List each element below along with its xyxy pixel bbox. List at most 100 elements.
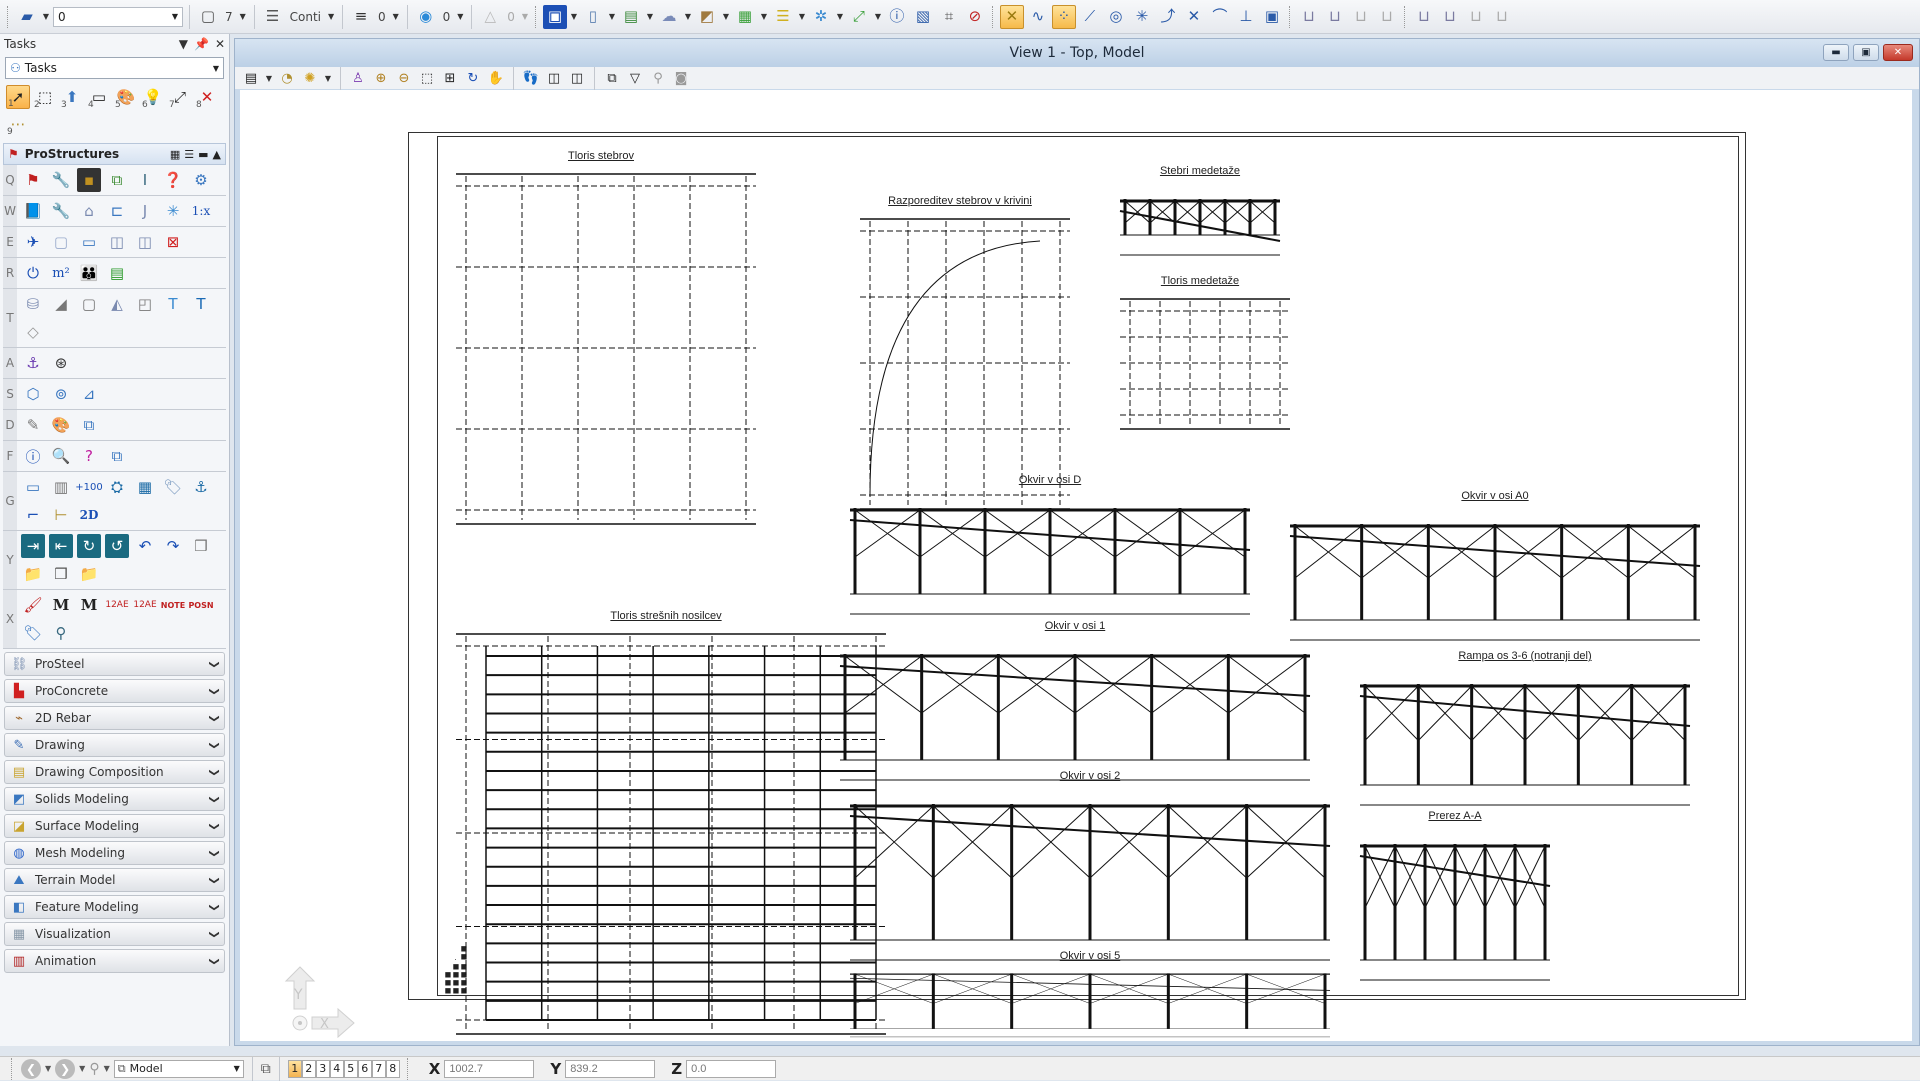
view-toggle-8[interactable]: 8 [385, 1059, 400, 1078]
flags-icon[interactable]: ⚑ [21, 168, 45, 192]
ps-tool-4-icon[interactable]: ⊔ [1375, 5, 1399, 29]
back-dropdown[interactable]: ▼ [45, 1064, 51, 1073]
drawing-tloris-stresnih[interactable]: Tloris strešnih nosilcev [436, 610, 896, 1040]
grid-node-icon[interactable]: ▪ [77, 168, 101, 192]
ps-tool-2-icon[interactable]: ⊔ [1323, 5, 1347, 29]
cut-icon[interactable]: ⊿ [77, 382, 101, 406]
shape-2-icon[interactable]: ◫ [133, 230, 157, 254]
update-view-icon[interactable]: ♙ [348, 68, 368, 88]
ps-tool-6-icon[interactable]: ⊔ [1438, 5, 1462, 29]
view-toggle-4[interactable]: 4 [329, 1059, 344, 1078]
next-view-icon[interactable]: ◫ [567, 68, 587, 88]
snap-origin-icon[interactable]: ✳ [1130, 5, 1154, 29]
export-icon[interactable]: ⇤ [49, 534, 73, 558]
hook-icon[interactable]: J [133, 199, 157, 223]
layers-icon[interactable]: ☰ [771, 5, 795, 29]
toolbar-grip[interactable] [11, 1057, 14, 1080]
drawing-razporeditev[interactable]: Razporeditev stebrov v krivini [840, 195, 1080, 515]
copy-window-icon[interactable]: ▭ 4 [87, 85, 111, 110]
section-proconcrete[interactable]: ▙ ProConcrete ❯ [4, 679, 225, 703]
snap-settings-icon[interactable]: ⤢ [847, 5, 871, 29]
ps-tool-5-icon[interactable]: ⊔ [1412, 5, 1436, 29]
pin-icon[interactable]: 📌 [194, 37, 209, 51]
model-selector-icon[interactable]: ⚲ [89, 1061, 99, 1077]
y-coordinate-input[interactable] [565, 1059, 656, 1078]
delete-icon[interactable]: ✕ 8 [195, 85, 219, 110]
level-manager-dropdown[interactable]: ▼ [41, 12, 51, 21]
new-file-icon[interactable]: ▯ [581, 5, 605, 29]
ps-tool-8-icon[interactable]: ⊔ [1490, 5, 1514, 29]
linestyle-dropdown[interactable]: ▼ [326, 12, 336, 21]
dropdown[interactable]: ▼ [607, 12, 617, 21]
snap-box-icon[interactable]: ▣ [1260, 5, 1284, 29]
help-tools-icon[interactable]: ❓ [161, 168, 185, 192]
t-beam-icon[interactable]: T [161, 292, 185, 316]
book-icon[interactable]: 📘 [21, 199, 45, 223]
drawing-okvir-a0[interactable]: Okvir v osi A0 [1280, 490, 1710, 650]
no-entry-icon[interactable]: ⊘ [963, 5, 987, 29]
grating-icon[interactable]: ◇ [21, 320, 45, 344]
section-view-icon[interactable]: ⛭ [105, 475, 129, 499]
paint-brush-icon[interactable]: 🖌 [21, 593, 45, 617]
light-search-icon[interactable]: ✲ [809, 5, 833, 29]
info-icon[interactable]: ⓘ [885, 5, 909, 29]
measure-distance-icon[interactable]: ⋯ 9 [6, 112, 30, 137]
folder-cube-icon[interactable]: 📁 [21, 562, 45, 586]
dropdown[interactable]: ▼ [104, 1064, 110, 1073]
remove-shape-icon[interactable]: ⊠ [161, 230, 185, 254]
dropdown[interactable]: ▼ [835, 12, 845, 21]
walk-icon[interactable]: 👣 [521, 68, 541, 88]
color-dropdown[interactable]: ▼ [238, 12, 248, 21]
shape-icon[interactable]: ◫ [105, 230, 129, 254]
minimize-button[interactable]: ▬ [1823, 44, 1849, 61]
edit-icon[interactable]: ✎ [21, 413, 45, 437]
prostructures-header[interactable]: ⚑ ProStructures ▦ ☰ ▬ ▲ [3, 143, 226, 165]
view-toggle-5[interactable]: 5 [343, 1059, 358, 1078]
ps-tool-1-icon[interactable]: ⊔ [1297, 5, 1321, 29]
drawing-stebri-medetaze[interactable]: Stebri medetaže [1110, 165, 1290, 265]
view-groups-icon[interactable]: ⧉ [261, 1061, 271, 1077]
cubes-icon[interactable]: ❒ [189, 534, 213, 558]
view-toggle-3[interactable]: 3 [315, 1059, 330, 1078]
maximize-button[interactable]: ▣ [1853, 44, 1879, 61]
undo-icon[interactable]: ↶ [133, 534, 157, 558]
list-view-icon[interactable]: ☰ [184, 148, 194, 161]
house-icon[interactable]: ⌂ [77, 199, 101, 223]
display-style-icon[interactable]: ◔ [277, 68, 297, 88]
drawing-rampa[interactable]: Rampa os 3-6 (notranji del) [1350, 650, 1700, 815]
forward-icon[interactable]: ❯ [55, 1058, 76, 1079]
dropdown[interactable]: ▼ [323, 74, 333, 83]
anchor-bolt-icon[interactable]: ⚓ [21, 351, 45, 375]
box-icon[interactable]: ▢ [49, 230, 73, 254]
fence-icon[interactable]: ⬚ 2 [33, 85, 57, 110]
snap-tangent-icon[interactable]: ⌒ [1208, 5, 1232, 29]
section-drawing-composition[interactable]: ▤ Drawing Composition ❯ [4, 760, 225, 784]
people-icon[interactable]: 👪 [77, 261, 101, 285]
priority-icon[interactable]: △ [478, 5, 502, 29]
ps-tool-7-icon[interactable]: ⊔ [1464, 5, 1488, 29]
color-icon[interactable]: ▢ [196, 5, 220, 29]
level-combo[interactable]: 0 ▼ [53, 6, 183, 27]
hierarchy-icon[interactable]: ⧉ [77, 413, 101, 437]
section-terrain-model[interactable]: ⛰ Terrain Model ❯ [4, 868, 225, 892]
dropdown[interactable]: ▼ [797, 12, 807, 21]
toolbar-grip[interactable] [7, 5, 10, 28]
previous-view-icon[interactable]: ◫ [544, 68, 564, 88]
view-attributes-icon[interactable]: ▤ [241, 68, 261, 88]
query-icon[interactable]: ? [77, 444, 101, 468]
section-visualization[interactable]: ▦ Visualization ❯ [4, 922, 225, 946]
grid-icon[interactable]: ⌗ [937, 5, 961, 29]
view-toggle-6[interactable]: 6 [357, 1059, 372, 1078]
snap-midpoint-icon[interactable]: ⟋ [1078, 5, 1102, 29]
cube-icon[interactable]: ⬡ [21, 382, 45, 406]
label-ae-icon[interactable]: 12AE [105, 593, 129, 617]
section-surface-modeling[interactable]: ◪ Surface Modeling ❯ [4, 814, 225, 838]
scale-ratio-icon[interactable]: 1:x [189, 199, 213, 223]
select-element-icon[interactable]: ➚ 1 [6, 85, 30, 109]
snap-bisector-icon[interactable]: ⤴ [1156, 5, 1180, 29]
toolbar-grip[interactable] [534, 5, 538, 28]
plane-icon[interactable]: ✈ [21, 230, 45, 254]
info-probe-icon[interactable]: ⓘ [21, 444, 45, 468]
anchor-icon[interactable]: ⚓ [189, 475, 213, 499]
drawing-okvir-2[interactable]: Okvir v osi 2 [840, 770, 1340, 970]
